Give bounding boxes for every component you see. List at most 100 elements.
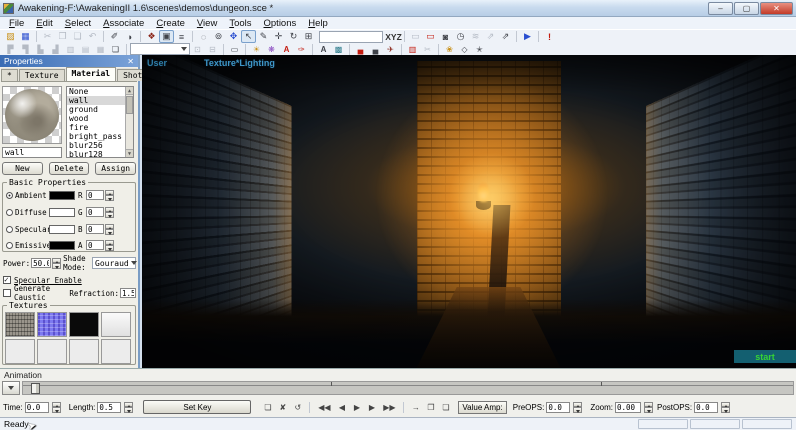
viewport-camera-label[interactable]: User	[147, 58, 167, 68]
texture-slot-6[interactable]	[37, 339, 67, 364]
material-name-field[interactable]	[2, 147, 62, 158]
material-item-wall[interactable]: wall	[67, 96, 133, 105]
light-icon[interactable]: ☀	[249, 44, 264, 55]
delete-button[interactable]: Delete	[49, 162, 90, 175]
material-item-wood[interactable]: wood	[67, 114, 133, 123]
lasso-icon[interactable]: ◌	[196, 30, 211, 43]
go-start-icon[interactable]: ◀◀	[315, 403, 333, 412]
selection-name-combobox[interactable]	[319, 31, 383, 43]
tab-texture[interactable]: Texture	[19, 69, 65, 81]
texture-slot-diffuse[interactable]	[5, 312, 35, 337]
texture-slot-black[interactable]	[69, 312, 99, 337]
close-button[interactable]: ✕	[760, 2, 793, 15]
new-key-icon[interactable]: ❏	[261, 403, 274, 412]
align-icon-2[interactable]: ▜	[18, 44, 33, 55]
channel-r-field[interactable]	[86, 190, 104, 200]
film-icon[interactable]: ▥	[405, 44, 420, 55]
align-icon-3[interactable]: ▙	[33, 44, 48, 55]
texture-slot-5[interactable]	[5, 339, 35, 364]
wave-icon[interactable]: ≋	[468, 30, 483, 43]
texture-slot-7[interactable]	[69, 339, 99, 364]
history-icon[interactable]: ◷	[453, 30, 468, 43]
align-icon-1[interactable]: ▛	[3, 44, 18, 55]
channel-g-field[interactable]	[86, 207, 104, 217]
menu-tools[interactable]: Tools	[224, 18, 256, 29]
specular-swatch[interactable]	[49, 225, 75, 234]
start-button[interactable]: start	[734, 350, 796, 363]
ambient-radio[interactable]	[6, 192, 13, 199]
loop-icon[interactable]: ↺	[291, 403, 304, 412]
zoom-icon[interactable]: ⊚	[211, 30, 226, 43]
specular-radio[interactable]	[6, 226, 13, 233]
layer-dropdown[interactable]	[130, 43, 190, 55]
preops-field[interactable]	[546, 402, 570, 413]
image-icon[interactable]: ▩	[331, 44, 346, 55]
minimize-button[interactable]: –	[708, 2, 733, 15]
snap-icon-2[interactable]: ⊟	[205, 44, 220, 55]
ambient-swatch[interactable]	[49, 191, 75, 200]
material-item-blur256[interactable]: blur256	[67, 141, 133, 150]
menu-options[interactable]: Options	[259, 18, 302, 29]
diffuse-radio[interactable]	[6, 209, 13, 216]
maximize-button[interactable]: ▢	[734, 2, 759, 15]
postops-spinner[interactable]	[721, 402, 730, 413]
paste-key-icon[interactable]: ❏	[439, 403, 452, 412]
share-icon[interactable]: ⇗	[483, 30, 498, 43]
stroke-red-icon[interactable]: ✑	[294, 44, 309, 55]
assign-button[interactable]: Assign	[95, 162, 136, 175]
diamond-icon[interactable]: ◇	[457, 44, 472, 55]
copy-icon[interactable]: ❐	[55, 30, 70, 43]
menu-select[interactable]: Select	[60, 18, 96, 29]
diffuse-swatch[interactable]	[49, 208, 75, 217]
list-view-icon[interactable]: ≡	[174, 30, 189, 43]
align-icon-5[interactable]: ▥	[63, 44, 78, 55]
pen-icon[interactable]: ✎	[256, 30, 271, 43]
specular-enable-checkbox[interactable]	[3, 276, 11, 284]
length-spinner[interactable]	[124, 402, 133, 413]
power-spinner[interactable]	[52, 258, 61, 269]
shade-mode-select[interactable]: Gouraud	[92, 257, 136, 269]
material-item-ground[interactable]: ground	[67, 105, 133, 114]
material-item-bright-pass[interactable]: bright_pass	[67, 132, 133, 141]
copy-key-icon[interactable]: ❐	[424, 403, 437, 412]
crop-icon[interactable]: ▭	[408, 30, 423, 43]
car-red-icon[interactable]: ▄	[353, 44, 368, 55]
channel-r-spinner[interactable]	[105, 190, 114, 201]
arrow-key-icon[interactable]: →	[409, 403, 422, 412]
duplicate-icon[interactable]: ❏	[108, 44, 123, 55]
rect-select-icon[interactable]: ▭	[227, 44, 242, 55]
go-end-icon[interactable]: ▶▶	[380, 403, 398, 412]
preops-spinner[interactable]	[573, 402, 582, 413]
play-anim-icon[interactable]: ▶	[350, 403, 363, 412]
pan-icon[interactable]: ✥	[226, 30, 241, 43]
move-icon[interactable]: ✛	[271, 30, 286, 43]
scrollbar-thumb[interactable]	[126, 96, 133, 114]
timeline-slider-handle[interactable]	[31, 383, 40, 394]
fill-icon[interactable]: ◑	[122, 30, 137, 43]
next-frame-icon[interactable]: ▶	[365, 403, 378, 412]
texture-slot-normal[interactable]	[37, 312, 67, 337]
material-item-blur128[interactable]: blur128	[67, 150, 133, 158]
texture-slot-4[interactable]	[101, 312, 131, 337]
length-field[interactable]	[97, 402, 121, 413]
channel-b-field[interactable]	[86, 224, 104, 234]
align-icon-6[interactable]: ▤	[78, 44, 93, 55]
menu-associate[interactable]: Associate	[98, 18, 149, 29]
timeline-dropdown[interactable]	[2, 381, 20, 395]
save-icon[interactable]: ▦	[18, 30, 33, 43]
actor-icon[interactable]: ✭	[472, 44, 487, 55]
eraser-icon[interactable]: ✐	[107, 30, 122, 43]
axis-mode-dropdown[interactable]: XYZ	[386, 30, 401, 43]
alert-icon[interactable]: !	[542, 30, 557, 43]
paste-icon[interactable]: ❏	[70, 30, 85, 43]
open-folder-icon[interactable]: ▨	[3, 30, 18, 43]
zoom-field[interactable]	[615, 402, 641, 413]
plane-icon[interactable]: ✈	[383, 44, 398, 55]
timeline-track[interactable]	[22, 381, 794, 395]
channel-g-spinner[interactable]	[105, 207, 114, 218]
power-field[interactable]	[31, 258, 51, 268]
scroll-up-icon[interactable]: ▲	[126, 87, 133, 95]
menu-file[interactable]: File	[4, 18, 29, 29]
menu-edit[interactable]: Edit	[31, 18, 57, 29]
tab-material[interactable]: Material	[66, 67, 117, 81]
